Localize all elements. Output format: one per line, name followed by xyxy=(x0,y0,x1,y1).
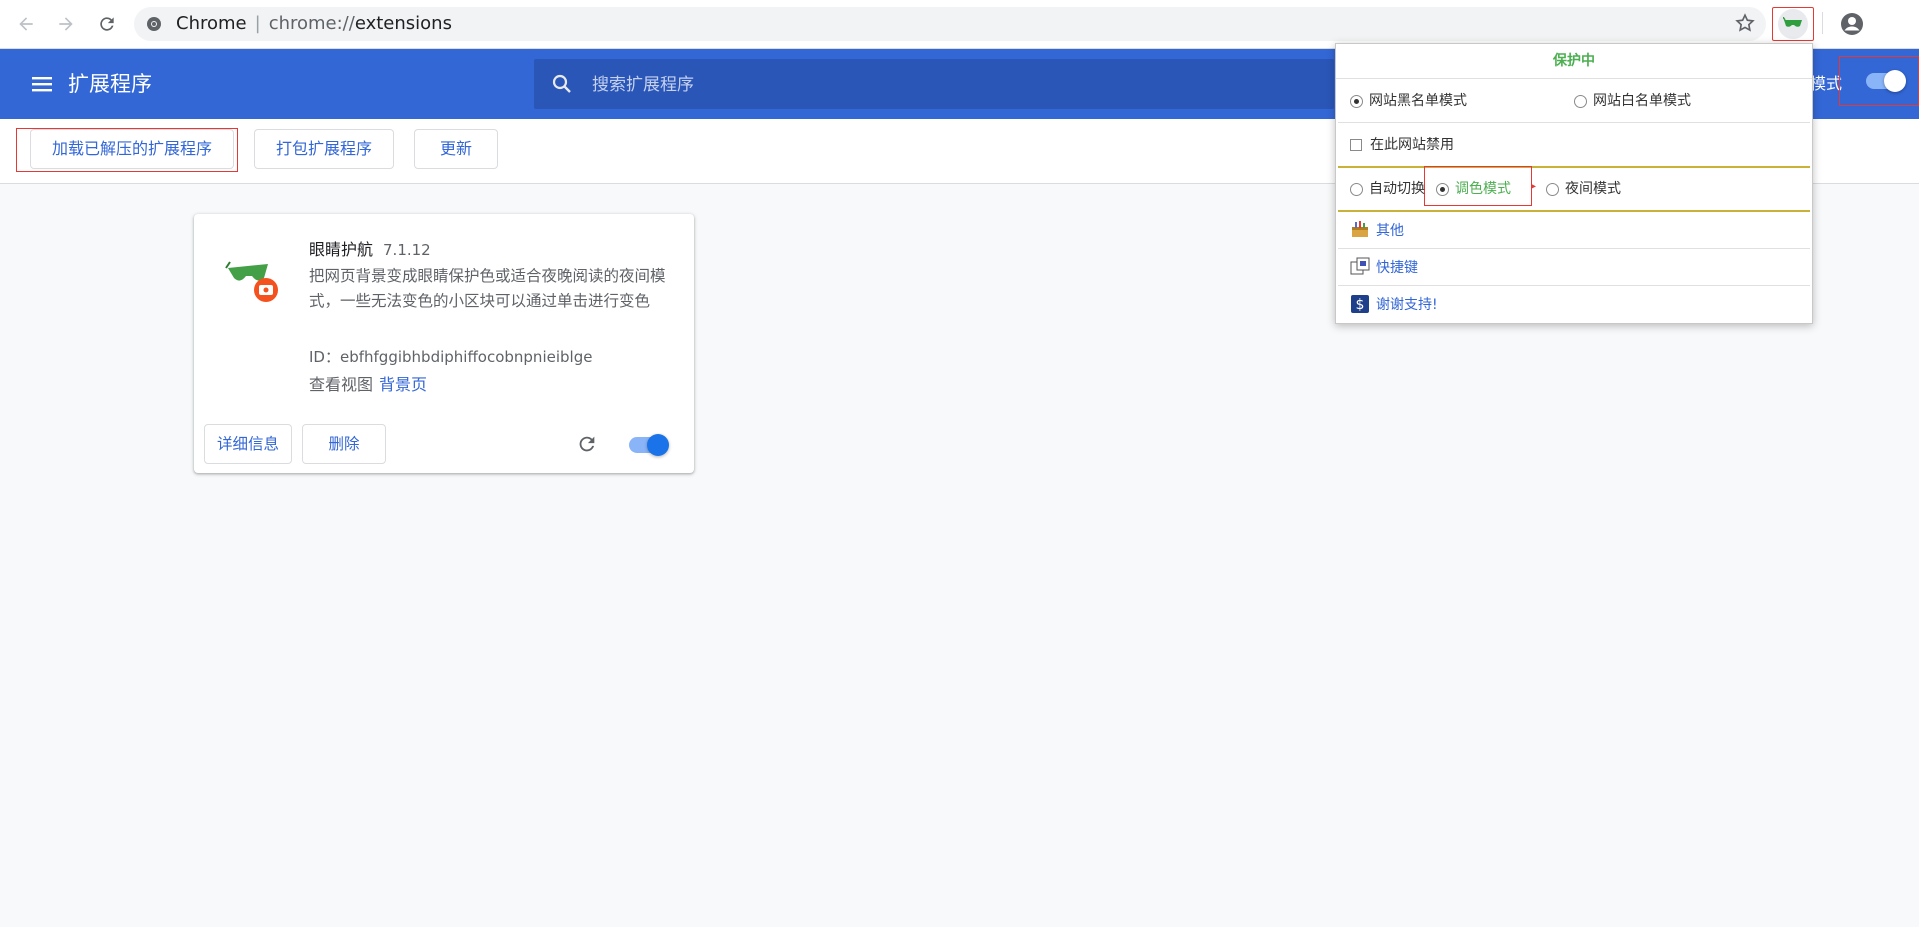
extension-name-row: 眼睛护航 7.1.12 xyxy=(309,236,431,260)
color-mode-label: 调色模式 xyxy=(1455,181,1511,197)
arrow-marker-icon: ▸ xyxy=(1531,181,1537,192)
bookmark-star-icon[interactable] xyxy=(1734,12,1756,34)
blacklist-mode-radio[interactable] xyxy=(1350,94,1363,108)
extension-card: 眼睛护航 7.1.12 把网页背景变成眼睛保护色或适合夜晚阅读的夜间模式，一些无法… xyxy=(194,214,694,473)
thanks-link[interactable]: $ 谢谢支持! xyxy=(1350,294,1438,314)
night-mode-option[interactable]: 夜间模式 xyxy=(1546,180,1621,198)
reload-button[interactable] xyxy=(95,12,119,36)
extension-enable-toggle[interactable] xyxy=(629,434,669,456)
thanks-label: 谢谢支持! xyxy=(1376,297,1438,313)
popup-divider xyxy=(1338,248,1810,249)
extension-id-label: ID： xyxy=(309,348,340,366)
update-button[interactable]: 更新 xyxy=(414,129,498,169)
green-glasses-icon xyxy=(1783,17,1802,27)
eye-care-extension-icon xyxy=(225,261,278,302)
whitelist-mode-option[interactable]: 网站白名单模式 xyxy=(1574,92,1691,110)
whitelist-mode-label: 网站白名单模式 xyxy=(1593,93,1691,109)
shortcuts-label: 快捷键 xyxy=(1376,260,1418,276)
forward-arrow-icon xyxy=(59,17,73,31)
hamburger-menu-icon[interactable] xyxy=(30,72,54,96)
disable-on-site-checkbox[interactable] xyxy=(1350,139,1362,151)
protection-status: 保护中 xyxy=(1336,44,1812,79)
dev-mode-toggle[interactable] xyxy=(1866,70,1906,92)
remove-button[interactable]: 删除 xyxy=(302,424,386,464)
extension-id-row: ID：ebfhfggibhbdiphiffocobnpnieiblge xyxy=(309,346,592,367)
background-page-link[interactable]: 背景页 xyxy=(379,375,427,394)
popup-gold-divider xyxy=(1338,210,1810,212)
toolbar-divider xyxy=(1822,12,1823,34)
dev-mode-toggle-knob xyxy=(1884,70,1906,92)
auto-switch-option[interactable]: 自动切换 xyxy=(1350,180,1425,198)
inspect-views-label: 查看视图 xyxy=(309,375,374,394)
extension-id: ebfhfggibhbdiphiffocobnpnieiblge xyxy=(339,348,593,366)
pack-extension-button[interactable]: 打包扩展程序 xyxy=(254,129,394,169)
url-text: Chrome | chrome://extensions xyxy=(176,13,452,34)
address-bar[interactable]: Chrome | chrome://extensions xyxy=(134,7,1766,41)
other-label: 其他 xyxy=(1376,223,1404,239)
search-bar[interactable] xyxy=(534,59,1334,111)
disable-on-site-label: 在此网站禁用 xyxy=(1370,137,1454,153)
back-arrow-icon xyxy=(19,17,33,31)
browser-toolbar: Chrome | chrome://extensions xyxy=(0,0,1919,49)
blacklist-mode-label: 网站黑名单模式 xyxy=(1369,93,1467,109)
popup-divider xyxy=(1338,285,1810,286)
other-link[interactable]: 其他 xyxy=(1350,220,1404,240)
back-button[interactable] xyxy=(14,12,38,36)
eye-care-extension-button[interactable] xyxy=(1772,7,1814,41)
whitelist-mode-radio[interactable] xyxy=(1574,94,1587,108)
auto-switch-radio[interactable] xyxy=(1350,182,1363,196)
site-name: Chrome xyxy=(176,13,247,34)
color-mode-radio[interactable] xyxy=(1436,182,1449,196)
search-input[interactable] xyxy=(590,59,1294,111)
extension-name: 眼睛护航 xyxy=(309,240,374,259)
forward-button[interactable] xyxy=(54,12,78,36)
details-button[interactable]: 详细信息 xyxy=(204,424,292,464)
extension-description: 把网页背景变成眼睛保护色或适合夜晚阅读的夜间模式，一些无法变色的小区块可以通过单… xyxy=(309,267,666,310)
extension-enable-toggle-knob xyxy=(647,434,669,456)
toolbox-icon xyxy=(1352,221,1368,237)
night-mode-label: 夜间模式 xyxy=(1565,181,1621,197)
dollar-support-icon: $ xyxy=(1351,295,1369,313)
url-scheme: chrome:// xyxy=(268,13,355,34)
load-unpacked-button[interactable]: 加载已解压的扩展程序 xyxy=(30,129,234,169)
extension-popup: 保护中 网站黑名单模式 网站白名单模式 在此网站禁用 自动切换 调色模式 ▸ 夜… xyxy=(1335,43,1813,324)
popup-divider xyxy=(1338,122,1810,123)
url-path: extensions xyxy=(354,13,452,34)
dev-mode-label: 模式 xyxy=(1810,74,1843,93)
profile-avatar-icon[interactable] xyxy=(1840,12,1864,36)
popup-gold-divider xyxy=(1338,166,1810,168)
chrome-logo-icon xyxy=(147,17,161,31)
keyboard-icon xyxy=(1350,257,1370,275)
dev-mode-highlight xyxy=(1839,56,1919,106)
reload-icon xyxy=(100,17,114,31)
search-icon xyxy=(552,74,571,93)
extension-version: 7.1.12 xyxy=(383,241,431,259)
color-mode-option[interactable]: 调色模式 xyxy=(1436,180,1511,198)
disable-on-site-option[interactable]: 在此网站禁用 xyxy=(1350,136,1454,154)
page-title: 扩展程序 xyxy=(68,72,152,96)
reload-extension-icon[interactable] xyxy=(576,433,598,455)
shortcuts-link[interactable]: 快捷键 xyxy=(1350,257,1418,277)
blacklist-mode-option[interactable]: 网站黑名单模式 xyxy=(1350,92,1467,110)
svg-text:$: $ xyxy=(1356,297,1365,313)
inspect-views-row: 查看视图 背景页 xyxy=(309,371,427,395)
night-mode-radio[interactable] xyxy=(1546,182,1559,196)
auto-switch-label: 自动切换 xyxy=(1369,181,1425,197)
